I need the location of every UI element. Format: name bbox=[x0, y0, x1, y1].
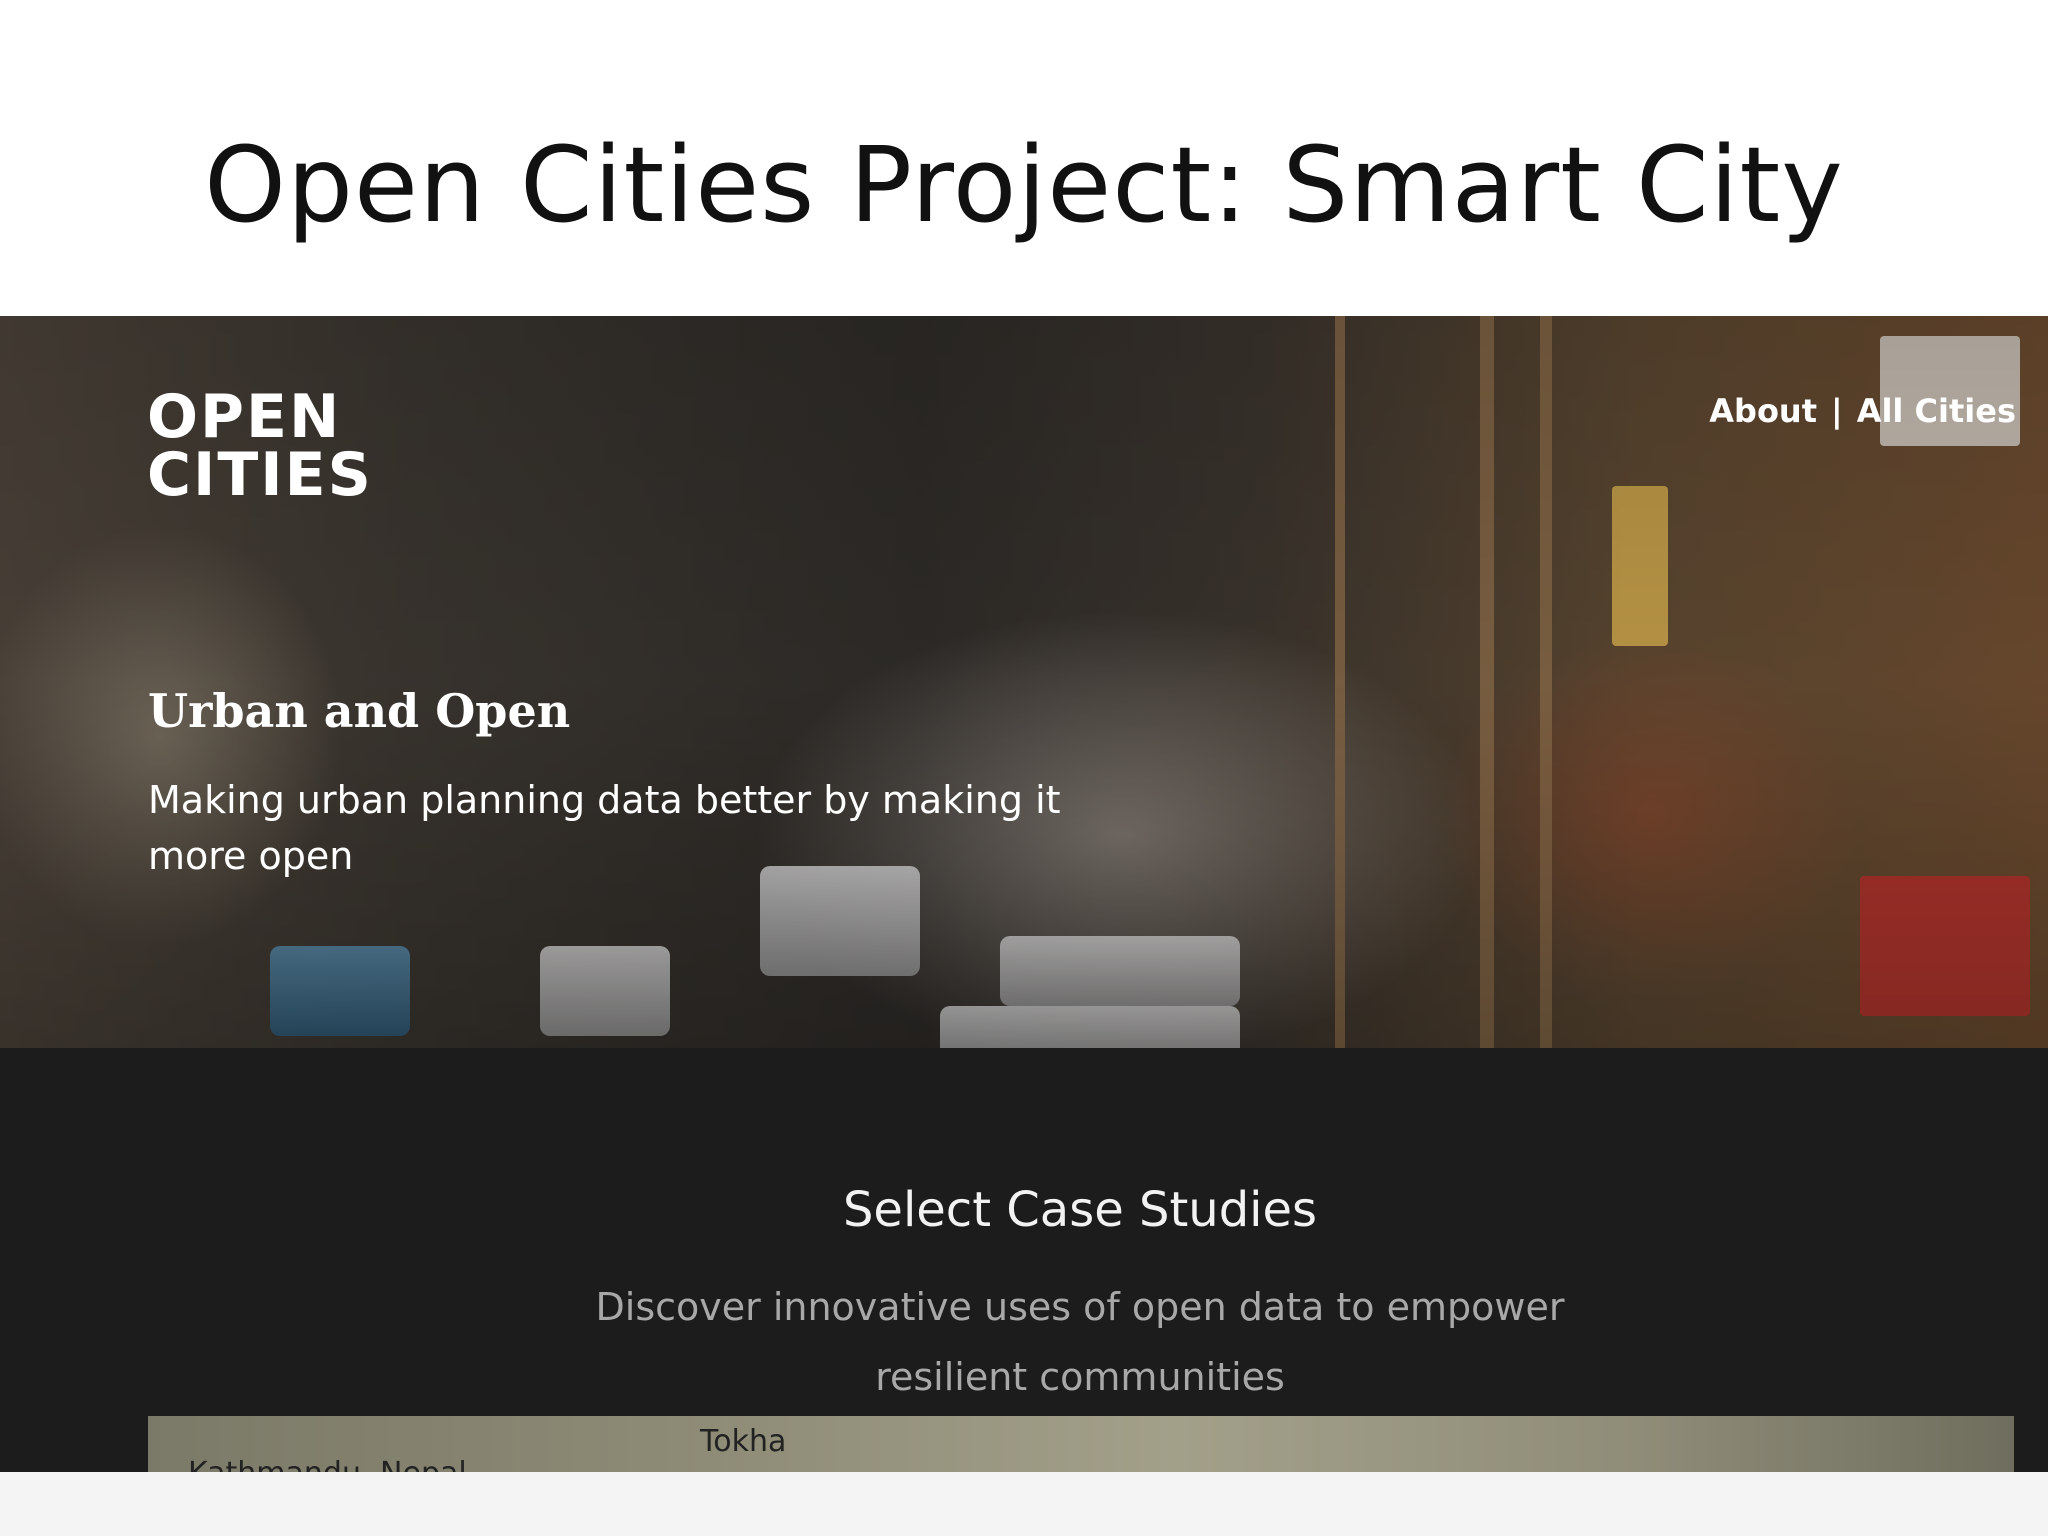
logo-line-open: OPEN bbox=[147, 382, 342, 452]
website-screenshot: OPEN CITIES About | All Cities Urban and… bbox=[0, 316, 2048, 1472]
case-studies-subtitle: Discover innovative uses of open data to… bbox=[595, 1285, 1565, 1399]
presentation-slide: Open Cities Project: Smart City OPEN CIT… bbox=[0, 0, 2048, 1536]
logo-line-cities: CITIES bbox=[147, 440, 373, 510]
hero-banner: OPEN CITIES About | All Cities Urban and… bbox=[0, 316, 2048, 1048]
map-label-kathmandu: Kathmandu, Nepal bbox=[188, 1456, 467, 1472]
slide-bottom-strip bbox=[0, 1472, 2048, 1536]
hero-heading: Urban and Open bbox=[148, 684, 571, 738]
case-study-map[interactable]: Kathmandu, Nepal Tokha bbox=[148, 1416, 2014, 1472]
slide-title: Open Cities Project: Smart City bbox=[204, 124, 1844, 246]
hero-subheading: Making urban planning data better by mak… bbox=[148, 778, 1061, 878]
nav-separator: | bbox=[1831, 392, 1843, 430]
open-cities-logo[interactable]: OPEN CITIES bbox=[147, 382, 373, 510]
map-label-tokha: Tokha bbox=[700, 1424, 787, 1459]
case-studies-title: Select Case Studies bbox=[842, 1182, 1318, 1238]
top-nav: About | All Cities bbox=[1709, 392, 2016, 430]
nav-link-about[interactable]: About bbox=[1709, 392, 1817, 430]
nav-link-all-cities[interactable]: All Cities bbox=[1857, 392, 2016, 430]
case-studies-section: Select Case Studies Discover innovative … bbox=[0, 1048, 2048, 1472]
